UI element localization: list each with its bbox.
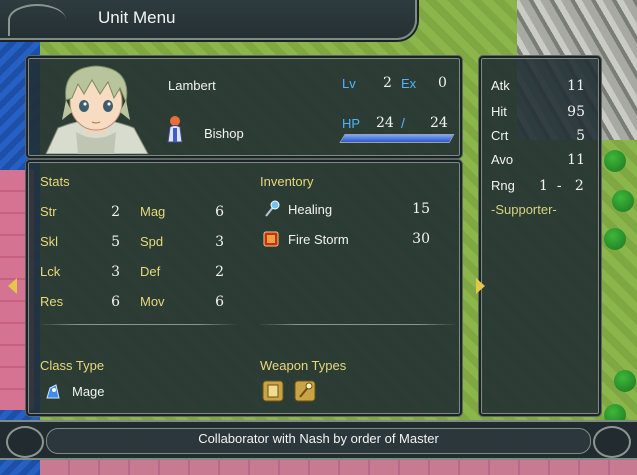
stat-value: 95 [567, 104, 585, 120]
staff-icon [262, 200, 280, 218]
stat-value: 6 [215, 204, 224, 220]
stat-label: Def [140, 264, 161, 279]
hp-bar [339, 134, 455, 143]
tome-icon [262, 230, 280, 248]
next-page-arrow-icon[interactable] [476, 278, 485, 294]
stat-value: 6 [111, 294, 120, 310]
class-type-heading: Class Type [40, 358, 105, 373]
unit-description: Collaborator with Nash by order of Maste… [198, 431, 439, 446]
exp-value: 0 [438, 75, 447, 91]
class-sprite-icon [164, 114, 186, 149]
class-type-value: Mage [72, 384, 105, 399]
stat-value: 5 [576, 128, 585, 144]
stat-label: Atk [491, 78, 510, 93]
ornament-swirl-icon [8, 4, 66, 36]
stat-label: Skl [40, 234, 59, 249]
inventory-item[interactable]: Healing 15 [260, 198, 460, 222]
tree-icon [604, 228, 626, 250]
divider [38, 324, 238, 325]
tree-icon [612, 190, 634, 212]
stat-value: 5 [111, 234, 120, 250]
weapon-types-heading: Weapon Types [260, 358, 347, 373]
ornament-swirl-icon [593, 426, 631, 458]
stat-label: Rng [491, 178, 515, 193]
stat-label: Str [40, 204, 57, 219]
item-name: Fire Storm [288, 232, 349, 247]
unit-details-panel: Stats Inventory Str 2 Skl 5 Lck 3 Res 6 … [26, 160, 462, 416]
tree-icon [614, 370, 636, 392]
description-bar: Collaborator with Nash by order of Maste… [0, 420, 637, 460]
range-separator: - [556, 178, 562, 194]
item-uses: 15 [412, 201, 430, 217]
stat-value: 6 [215, 294, 224, 310]
item-uses: 30 [412, 231, 430, 247]
item-name: Healing [288, 202, 333, 217]
unit-portrait [36, 62, 156, 154]
stat-value: 3 [111, 264, 120, 280]
stat-value: 2 [215, 264, 224, 280]
unit-name: Lambert [168, 78, 216, 93]
hp-current: 24 [376, 115, 394, 131]
title-bar: Unit Menu [0, 0, 417, 40]
stat-value: 2 [111, 204, 120, 220]
range-max: 2 [574, 178, 584, 194]
stat-label: Hit [491, 104, 507, 119]
hp-bar-fill [340, 135, 454, 142]
hp-separator: / [401, 115, 405, 131]
stat-value: 11 [567, 152, 585, 168]
level-label: Lv [342, 76, 356, 91]
hp-max: 24 [430, 115, 448, 131]
divider [258, 324, 458, 325]
stat-value: 3 [215, 234, 224, 250]
mage-icon [44, 382, 62, 405]
stat-label: Crt [491, 128, 509, 143]
stat-label: Res [40, 294, 64, 309]
range-value: 1 - 2 [539, 178, 584, 194]
hp-label: HP [342, 116, 361, 131]
stat-value: 11 [567, 78, 585, 94]
skill-name: -Supporter- [491, 202, 557, 217]
staff-type-icon [294, 380, 316, 407]
tome-type-icon [262, 380, 284, 407]
unit-class: Bishop [204, 126, 244, 141]
unit-header-panel: Lambert Bishop Lv 2 Ex 0 HP 24 / 24 [26, 56, 462, 158]
range-min: 1 [539, 178, 548, 194]
inventory-heading: Inventory [260, 174, 314, 189]
stat-label: Avo [491, 152, 514, 167]
stat-label: Spd [140, 234, 164, 249]
inventory-item[interactable]: Fire Storm 30 [260, 228, 460, 252]
stat-label: Mov [140, 294, 165, 309]
stat-label: Lck [40, 264, 61, 279]
menu-title: Unit Menu [98, 8, 176, 27]
exp-label: Ex [401, 76, 417, 91]
previous-page-arrow-icon[interactable] [8, 278, 17, 294]
combat-stats-panel: Atk 11 Hit 95 Crt 5 Avo 11 Rng 1 - 2 -Su… [479, 56, 601, 416]
level-value: 2 [383, 75, 392, 91]
stat-label: Mag [140, 204, 166, 219]
stats-heading: Stats [40, 174, 70, 189]
tree-icon [604, 150, 626, 172]
